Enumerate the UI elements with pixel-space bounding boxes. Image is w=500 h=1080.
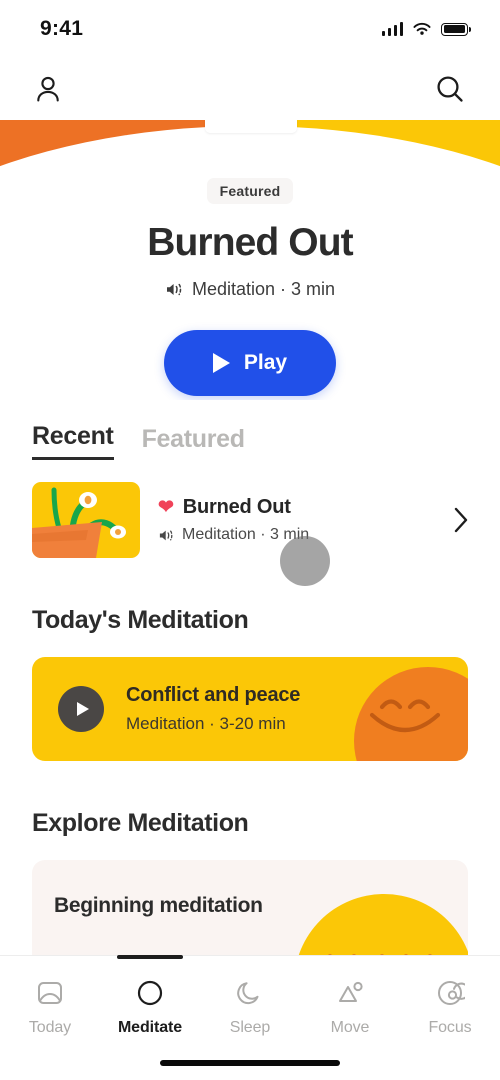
explore-card-title: Beginning meditation <box>54 894 263 917</box>
mountain-sun-icon <box>339 981 363 1002</box>
status-bar-indicators <box>381 22 471 37</box>
play-button-label: Play <box>243 351 288 374</box>
touch-cursor-indicator <box>280 536 330 586</box>
tab-sleep[interactable]: Sleep <box>200 978 300 1037</box>
recent-thumbnail <box>32 482 140 558</box>
tab-focus[interactable]: Focus <box>400 978 500 1037</box>
tab-today-label: Today <box>28 1019 72 1036</box>
recent-list-item[interactable]: ❤ Burned Out Meditation · 3 min <box>0 482 500 558</box>
cellular-signal-icon <box>381 22 403 36</box>
heart-icon: ❤ <box>158 497 174 518</box>
hero-meta: Meditation · 3 min <box>0 279 500 300</box>
search-button[interactable] <box>430 69 470 109</box>
hero-content: Featured Burned Out Meditation · 3 min P… <box>0 120 500 396</box>
todays-meditation-section: Today's Meditation Conflict and peace Me… <box>0 606 500 761</box>
face-features-icon <box>369 699 441 733</box>
speaker-icon <box>166 283 182 296</box>
play-triangle-icon <box>76 702 89 716</box>
app-bar <box>0 58 500 120</box>
today-card-icon <box>38 982 62 1004</box>
card-play-button[interactable] <box>58 686 104 732</box>
explore-meditation-section: Explore Meditation Beginning meditation <box>0 809 500 970</box>
smiling-face-blob <box>354 667 468 761</box>
spiral-icon <box>438 981 465 1005</box>
wifi-icon <box>413 22 431 35</box>
tab-focus-label: Focus <box>428 1019 472 1036</box>
todays-card-title: Conflict and peace <box>126 684 301 706</box>
tab-featured[interactable]: Featured <box>142 425 245 460</box>
search-icon <box>437 76 463 102</box>
tab-meditate-label: Meditate <box>117 1019 183 1036</box>
status-bar: 9:41 <box>0 0 500 58</box>
recent-item-title-row: ❤ Burned Out <box>158 496 434 519</box>
speaker-icon <box>159 530 173 540</box>
featured-badge: Featured <box>206 178 294 204</box>
plant-in-pot-illustration <box>32 487 126 558</box>
play-triangle-icon <box>212 353 230 373</box>
todays-meditation-heading: Today's Meditation <box>32 606 249 634</box>
recent-item-title: Burned Out <box>182 496 291 518</box>
todays-card-text: Conflict and peace Meditation · 3-20 min <box>126 684 300 734</box>
tab-move[interactable]: Move <box>300 978 400 1037</box>
tab-meditate[interactable]: Meditate <box>100 955 200 1037</box>
hero-meta-text: Meditation · 3 min <box>191 279 336 299</box>
explore-heading: Explore Meditation <box>32 809 249 837</box>
todays-meditation-card[interactable]: Conflict and peace Meditation · 3-20 min <box>32 657 468 761</box>
explore-card-beginning-meditation[interactable]: Beginning meditation <box>32 860 468 970</box>
person-icon <box>37 76 59 102</box>
circle-icon <box>137 980 163 1006</box>
profile-button[interactable] <box>28 69 68 109</box>
moon-icon <box>237 982 259 1005</box>
tab-today[interactable]: Today <box>0 978 100 1037</box>
tab-recent[interactable]: Recent <box>32 422 114 460</box>
status-bar-time: 9:41 <box>40 17 84 40</box>
home-indicator <box>160 1060 340 1066</box>
todays-card-meta: Meditation · 3-20 min <box>126 714 286 733</box>
segmented-tabs: Recent Featured <box>0 422 500 460</box>
chevron-right-icon[interactable] <box>452 505 470 535</box>
hero-title: Burned Out <box>147 221 353 264</box>
tab-sleep-label: Sleep <box>229 1019 271 1036</box>
battery-icon <box>441 22 471 36</box>
active-tab-indicator <box>117 955 183 959</box>
tab-move-label: Move <box>330 1019 370 1036</box>
play-button[interactable]: Play <box>164 330 336 396</box>
featured-hero: Featured Burned Out Meditation · 3 min P… <box>0 120 500 400</box>
